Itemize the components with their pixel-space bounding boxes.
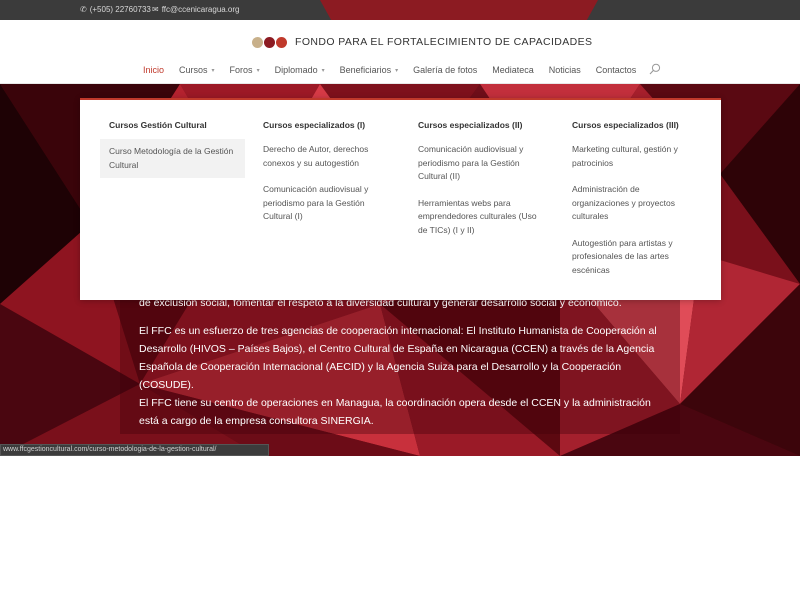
search-icon[interactable] xyxy=(649,63,661,75)
mega-link-derecho-autor[interactable]: Derecho de Autor, derechos conexos y su … xyxy=(254,139,399,174)
mega-link-marketing[interactable]: Marketing cultural, gestión y patrocinio… xyxy=(563,139,708,174)
phone-contact[interactable]: ✆ (+505) 22760733 xyxy=(80,5,151,14)
mega-column-especializados-3: Cursos especializados (III) Marketing cu… xyxy=(563,120,708,286)
top-bar: ✆ (+505) 22760733 ✉ ffc@ccenicaragua.org xyxy=(0,0,800,20)
email-contact[interactable]: ✉ ffc@ccenicaragua.org xyxy=(152,5,240,14)
nav-item-cursos[interactable]: Cursos ▾ xyxy=(179,65,215,75)
nav-item-foros[interactable]: Foros ▾ xyxy=(230,65,260,75)
mega-column-heading[interactable]: Cursos Gestión Cultural xyxy=(100,120,245,130)
phone-number: (+505) 22760733 xyxy=(89,5,151,14)
nav-item-contactos[interactable]: Contactos xyxy=(596,65,637,75)
mega-column-especializados-2: Cursos especializados (II) Comunicación … xyxy=(409,120,554,246)
mega-column-heading[interactable]: Cursos especializados (III) xyxy=(563,120,708,130)
logo-mark-icon xyxy=(252,36,287,48)
cursos-mega-menu: Cursos Gestión Cultural Curso Metodologí… xyxy=(80,98,721,300)
mega-column-heading[interactable]: Cursos especializados (I) xyxy=(254,120,399,130)
mega-link-comunicacion-2[interactable]: Comunicación audiovisual y periodismo pa… xyxy=(409,139,554,188)
site-logo[interactable]: FONDO PARA EL FORTALECIMIENTO DE CAPACID… xyxy=(252,36,592,48)
envelope-icon: ✉ xyxy=(152,5,159,14)
mega-link-metodologia[interactable]: Curso Metodología de la Gestión Cultural xyxy=(100,139,245,178)
phone-icon: ✆ xyxy=(80,5,87,14)
chevron-down-icon: ▾ xyxy=(321,67,325,74)
mega-link-autogestion[interactable]: Autogestión para artistas y profesionale… xyxy=(563,233,708,282)
hero-paragraph-2: El FFC es un esfuerzo de tres agencias d… xyxy=(139,325,657,391)
chevron-down-icon: ▾ xyxy=(211,67,215,74)
chevron-down-icon: ▾ xyxy=(256,67,260,74)
mega-link-comunicacion-1[interactable]: Comunicación audiovisual y periodismo pa… xyxy=(254,179,399,228)
chevron-down-icon: ▾ xyxy=(395,67,399,74)
mega-column-heading[interactable]: Cursos especializados (II) xyxy=(409,120,554,130)
nav-item-diplomado[interactable]: Diplomado ▾ xyxy=(275,65,325,75)
top-bar-accent xyxy=(320,0,598,20)
link-status-bar: www.ffcgestioncultural.com/curso-metodol… xyxy=(0,444,269,456)
hero-paragraph-3: El FFC tiene su centro de operaciones en… xyxy=(139,397,651,427)
nav-item-mediateca[interactable]: Mediateca xyxy=(492,65,534,75)
mega-link-herramientas-web[interactable]: Herramientas webs para emprendedores cul… xyxy=(409,193,554,242)
site-header: FONDO PARA EL FORTALECIMIENTO DE CAPACID… xyxy=(0,20,800,84)
main-nav: Inicio Cursos ▾ Foros ▾ Diplomado ▾ Benefic… xyxy=(143,64,651,76)
nav-item-inicio[interactable]: Inicio xyxy=(143,65,164,75)
mega-link-administracion[interactable]: Administración de organizaciones y proye… xyxy=(563,179,708,228)
logo-text: FONDO PARA EL FORTALECIMIENTO DE CAPACID… xyxy=(295,36,593,48)
nav-item-galeria[interactable]: Galería de fotos xyxy=(413,65,477,75)
mega-column-gestion-cultural: Cursos Gestión Cultural Curso Metodologí… xyxy=(100,120,245,183)
nav-item-beneficiarios[interactable]: Beneficiarios ▾ xyxy=(340,65,399,75)
nav-item-noticias[interactable]: Noticias xyxy=(549,65,581,75)
mega-column-especializados-1: Cursos especializados (I) Derecho de Aut… xyxy=(254,120,399,233)
email-address: ffc@ccenicaragua.org xyxy=(161,5,240,14)
